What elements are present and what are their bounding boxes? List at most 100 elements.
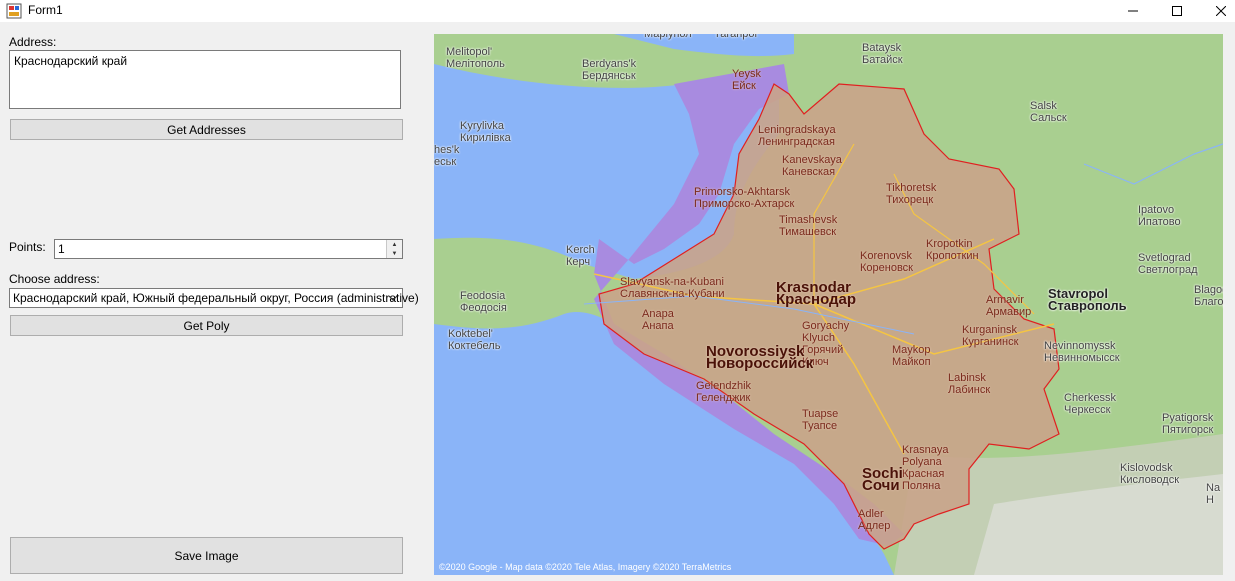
spin-down-icon[interactable]: ▼	[387, 249, 402, 258]
map-label-line: Поляна	[902, 480, 941, 492]
map-label-line: Slavyansk-na-Kubani	[620, 276, 724, 288]
spin-up-icon[interactable]: ▲	[387, 240, 402, 249]
map-label-line: Ленинградская	[758, 136, 835, 148]
map-label-line: Мелітополь	[446, 58, 505, 70]
map-label-line: Kropotkin	[926, 238, 973, 250]
map-label-line: Ipatovo	[1138, 204, 1175, 216]
map-view[interactable]: Melitopol' Мелітополь Маріупол Таганрог Bata…	[434, 34, 1223, 575]
map-label-kyrylivka: Kyrylivka Кирилівка	[460, 120, 511, 144]
map-label-kropotkin: Kropotkin Кропоткин	[926, 238, 979, 262]
map-label-line: Kislovodsk	[1120, 462, 1173, 474]
map-label-mariupol: Маріупол	[644, 34, 692, 40]
map-label-line: Timashevsk	[779, 214, 838, 226]
map-label-line: Красная	[902, 468, 945, 480]
map-label-krasnodar: Krasnodar Краснодар	[776, 280, 857, 308]
map-label-line: Маріупол	[644, 34, 692, 40]
map-label-slavyansk: Slavyansk-na-Kubani Славянск-на-Кубани	[620, 276, 724, 300]
map-label-line: Melitopol'	[446, 46, 493, 58]
map-label-line: Курганинск	[962, 336, 1019, 348]
map-label-ipatovo: Ipatovo Ипатово	[1138, 204, 1181, 228]
map-label-line: Nevinnomyssk	[1044, 340, 1116, 352]
map-label-line: Yeysk	[732, 68, 761, 80]
chevron-down-icon	[388, 295, 398, 301]
map-label-krasnaya: Krasnaya Polyana Красная Поляна	[902, 444, 948, 492]
map-label-leningradskaya: Leningradskaya Ленинградская	[758, 124, 836, 148]
map-label-line: Armavir	[986, 294, 1024, 306]
map-label-line: Сальск	[1030, 112, 1067, 124]
map-label-line: Феодосія	[460, 302, 507, 314]
map-label-line: Goryachy	[802, 320, 850, 332]
map-label-line: Славянск-на-Кубани	[620, 288, 725, 300]
map-label-bataysk: Bataysk Батайск	[862, 42, 903, 66]
map-label-anapa: Anapa Анапа	[642, 308, 674, 332]
map-label-salsk: Salsk Сальск	[1030, 100, 1067, 124]
map-label-line: Blagod	[1194, 284, 1223, 296]
map-label-line: Батайск	[862, 54, 903, 66]
map-label-na: Na Н	[1206, 482, 1220, 506]
close-icon	[1216, 6, 1226, 16]
maximize-icon	[1172, 6, 1182, 16]
map-label-nevinnomyssk: Nevinnomyssk Невинномысск	[1044, 340, 1120, 364]
map-label-line: Ипатово	[1138, 216, 1181, 228]
map-label-line: Krasnaya	[902, 444, 949, 456]
map-label-line: Черкесск	[1064, 404, 1111, 416]
map-label-line: Каневская	[782, 166, 836, 178]
map-label-line: Керч	[566, 256, 591, 268]
map-label-line: Kyrylivka	[460, 120, 505, 132]
close-button[interactable]	[1198, 0, 1235, 22]
choose-address-label: Choose address:	[9, 272, 100, 286]
map-label-line: Korenovsk	[860, 250, 912, 262]
maximize-button[interactable]	[1154, 0, 1200, 22]
map-label-line: Приморско-Ахтарск	[694, 198, 795, 210]
map-label-line: Gelendzhik	[696, 380, 752, 392]
map-label-line: Kurganinsk	[962, 324, 1018, 336]
map-label-line: Polyana	[902, 456, 942, 468]
map-label-line: Svetlograd	[1138, 252, 1191, 264]
map-label-line: Feodosia	[460, 290, 506, 302]
map-label-line: Anapa	[642, 308, 674, 320]
map-label-gelendzhik: Gelendzhik Геленджик	[696, 380, 751, 404]
map-label-line: Leningradskaya	[758, 124, 836, 136]
map-label-kanevskaya: Kanevskaya Каневская	[782, 154, 842, 178]
map-label-line: Лабинск	[948, 384, 991, 396]
map-label-line: Maykop	[892, 344, 931, 356]
address-select-value: Краснодарский край, Южный федеральный ок…	[13, 291, 419, 305]
map-label-line: Армавир	[986, 306, 1032, 318]
map-label-tuapse: Tuapse Туапсе	[802, 408, 838, 432]
map-label-stavropol: Stavropol Ставрополь	[1048, 287, 1127, 312]
spin-buttons: ▲ ▼	[386, 240, 402, 258]
map-label-line: Cherkessk	[1064, 392, 1116, 404]
map-label-line: Berdyans'k	[582, 58, 637, 70]
map-label-line: Кисловодск	[1120, 474, 1180, 486]
map-label-line: Краснодар	[776, 291, 857, 308]
get-poly-button[interactable]: Get Poly	[10, 315, 403, 336]
get-addresses-button[interactable]: Get Addresses	[10, 119, 403, 140]
map-label-line: Бердянськ	[582, 70, 636, 82]
app-icon	[6, 3, 22, 19]
map-label-korenovsk: Korenovsk Кореновск	[860, 250, 913, 274]
map-label-line: Tuapse	[802, 408, 839, 420]
map-label-line: Тимашевск	[779, 226, 837, 238]
window-title: Form1	[28, 3, 63, 17]
map-label-line: Koktebel'	[448, 328, 493, 340]
map-label-line: Kanevskaya	[782, 154, 842, 166]
address-input[interactable]: Краснодарский край	[9, 50, 401, 109]
map-label-line: еськ	[434, 156, 457, 168]
map-label-line: Коктебель	[448, 340, 501, 352]
map-label-line: Майкоп	[892, 356, 931, 368]
map-label-sochi: Sochi Сочи	[862, 466, 903, 493]
map-label-line: Невинномысск	[1044, 352, 1120, 364]
map-label-taganrog: Таганрог	[714, 34, 759, 40]
save-image-button[interactable]: Save Image	[10, 537, 403, 574]
map-label-heskiy: hes'k еськ	[434, 144, 459, 168]
map-label-line: Ейск	[732, 80, 756, 92]
address-select[interactable]: Краснодарский край, Южный федеральный ок…	[9, 288, 419, 308]
map-label-line: Геленджик	[696, 392, 751, 404]
points-stepper[interactable]: 1 ▲ ▼	[54, 239, 403, 259]
map-label-line: Новороссийск	[706, 355, 814, 372]
title-bar: Form1	[0, 0, 1235, 22]
map-label-labinsk: Labinsk Лабинск	[948, 372, 990, 396]
map-label-line: Тихорецк	[886, 194, 934, 206]
minimize-button[interactable]	[1110, 0, 1156, 22]
map-label-pyatigorsk: Pyatigorsk Пятигорск	[1162, 412, 1213, 436]
